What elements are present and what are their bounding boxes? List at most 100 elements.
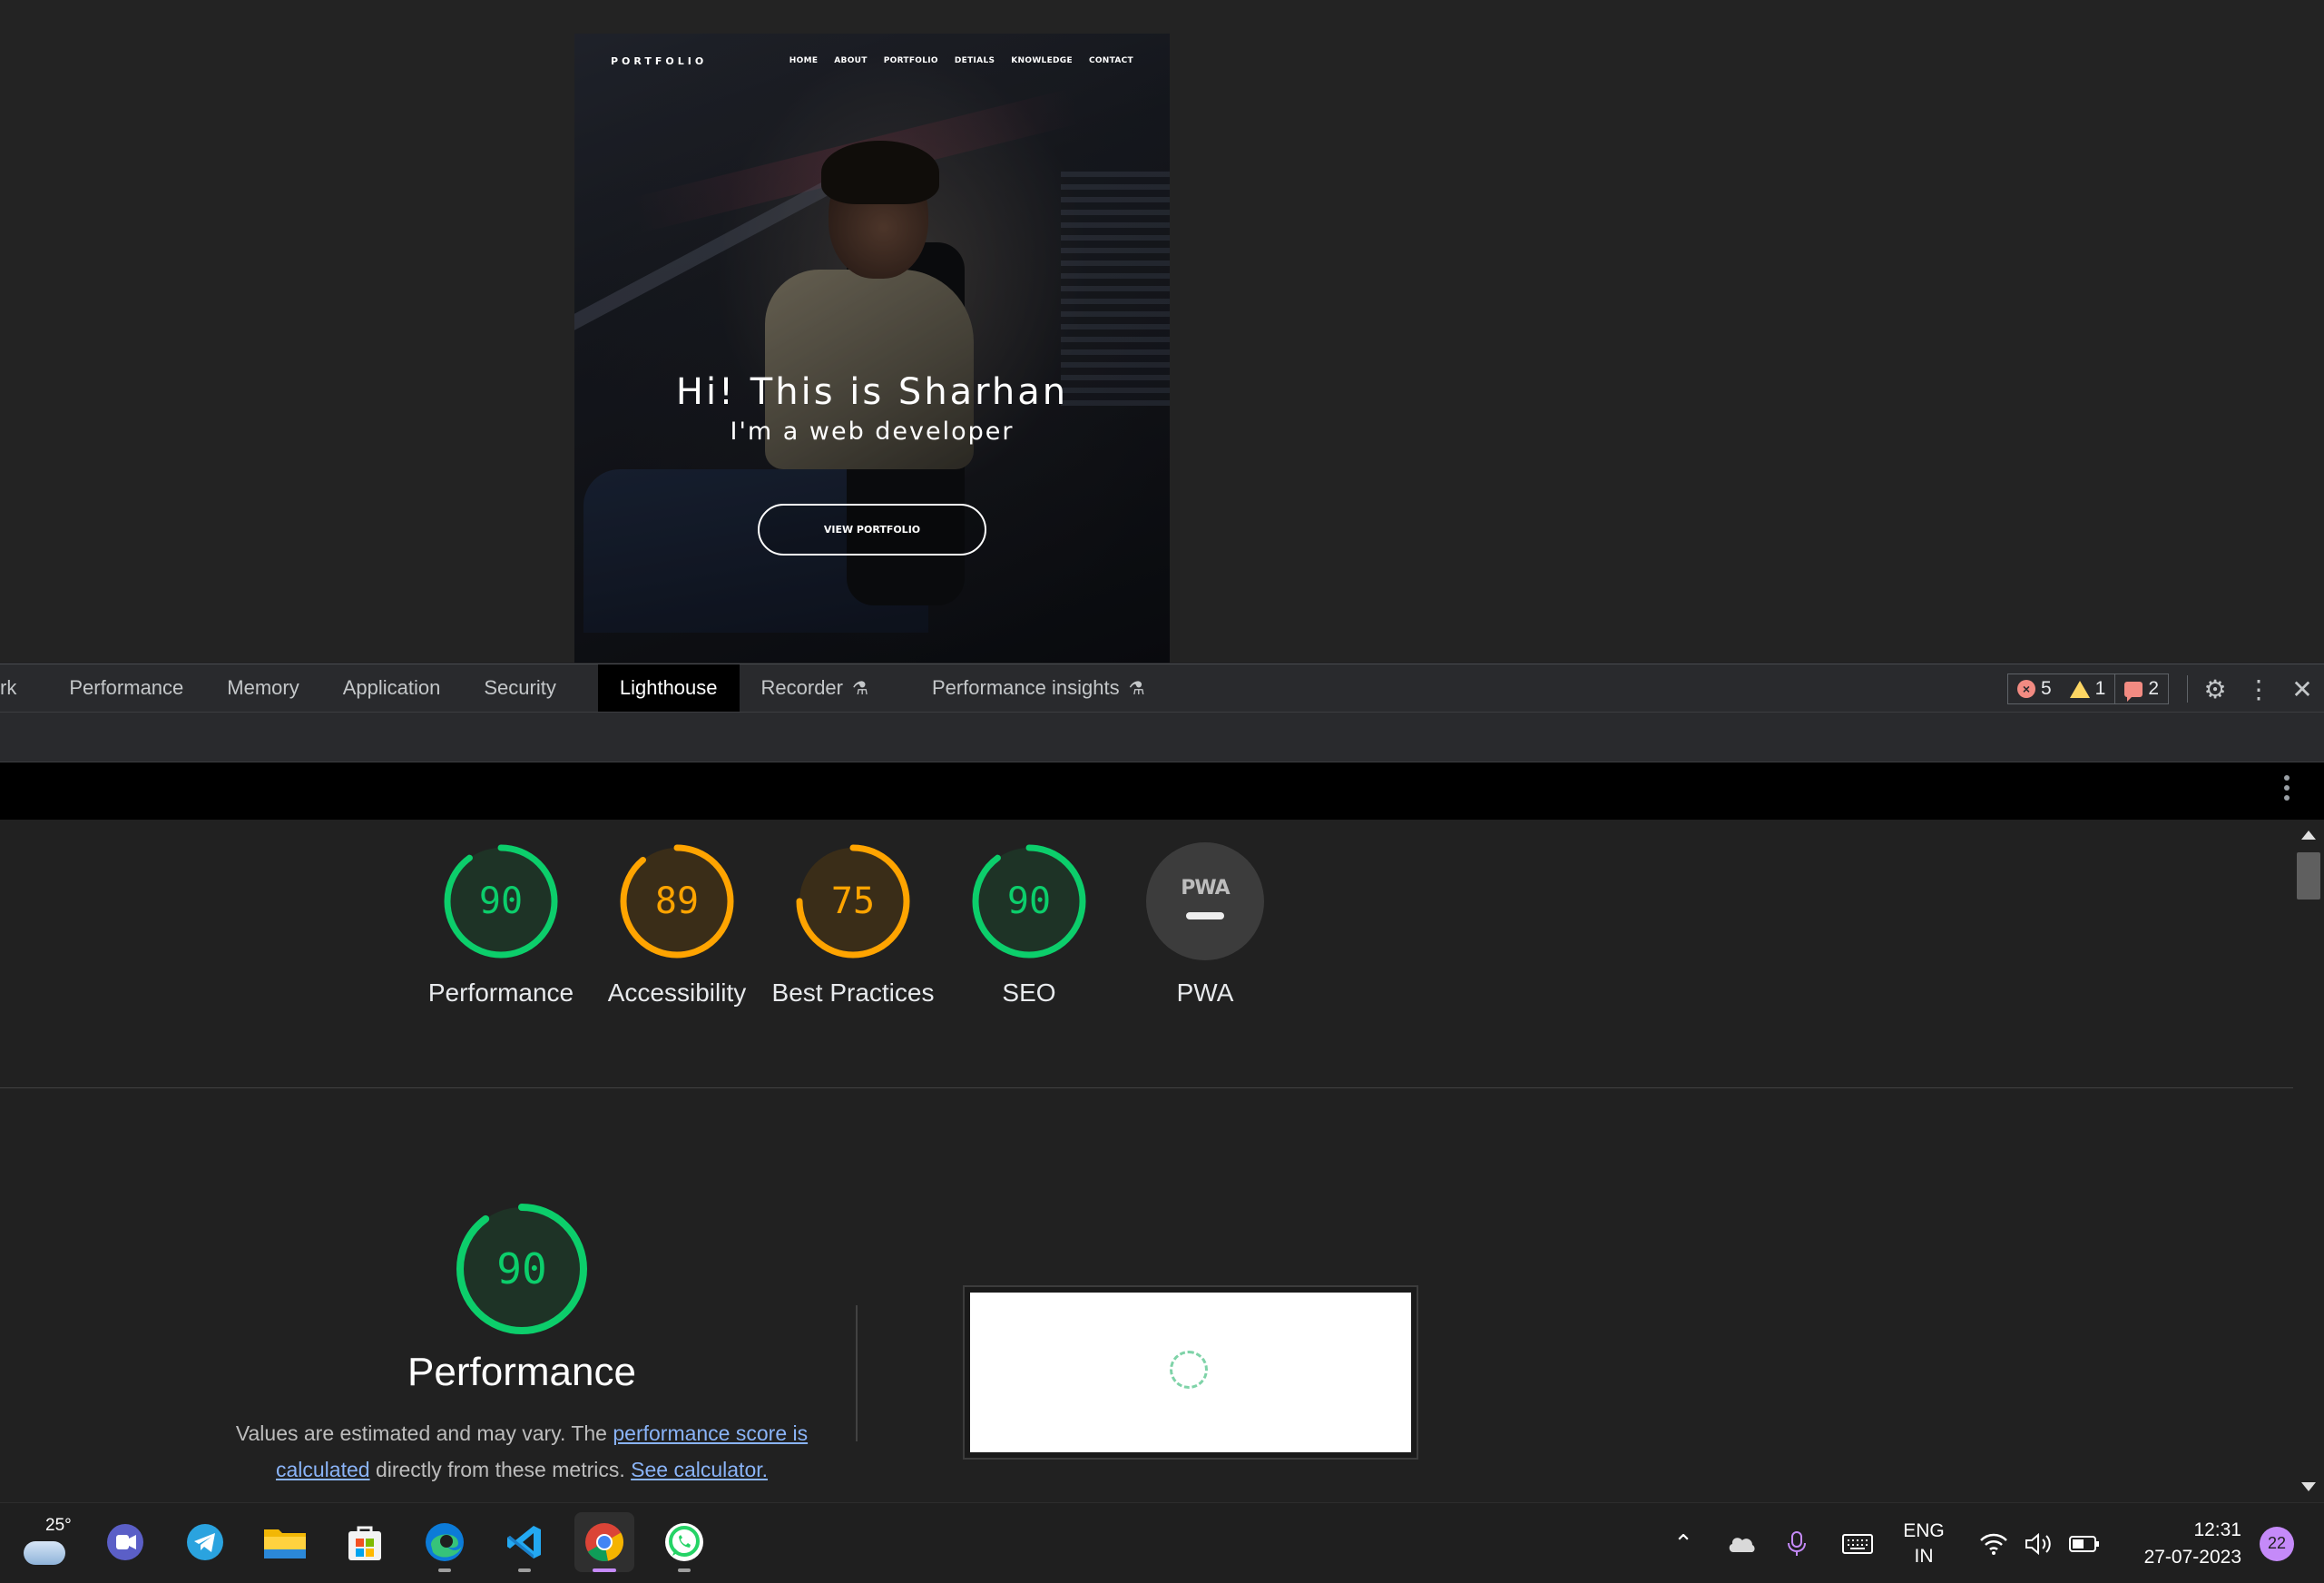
gauge-label: SEO: [1002, 978, 1056, 1007]
whatsapp-app-button[interactable]: [654, 1512, 714, 1572]
lighthouse-report-topbar: [0, 762, 2324, 820]
clock-date: 27-07-2023: [2143, 1546, 2241, 1568]
devtools-tabbar: rk Performance Memory Application Securi…: [0, 664, 2324, 713]
gear-icon[interactable]: ⚙: [2193, 664, 2237, 713]
report-scrollbar[interactable]: [2293, 820, 2324, 1502]
devtools-actions: × 5 1 2 ⚙ ⋮ ✕: [2006, 664, 2324, 713]
score-value: 89: [654, 880, 700, 922]
scroll-thumb[interactable]: [2297, 852, 2320, 900]
teams-app-button[interactable]: [95, 1512, 155, 1572]
tab-application[interactable]: Application: [321, 664, 463, 712]
gauge-label: Performance: [427, 978, 574, 1007]
weather-widget[interactable]: 25°: [20, 1516, 74, 1576]
language-indicator[interactable]: ENG IN: [1892, 1503, 1956, 1583]
edge-app-button[interactable]: [415, 1512, 475, 1572]
performance-section: 90 Performance Values are estimated and …: [159, 1201, 885, 1488]
nav-portfolio[interactable]: PORTFOLIO: [884, 56, 938, 65]
warning-count: 1: [2061, 674, 2115, 703]
score-gauges: 90 Performance 89 Accessibility 75 Best …: [413, 842, 1293, 1011]
gauge-label: Best Practices: [771, 978, 935, 1007]
store-icon: [348, 1526, 381, 1560]
hero-title: Hi! This is Sharhan: [675, 371, 1069, 413]
teams-icon: [107, 1524, 143, 1560]
page-viewport: PORTFOLIO HOME ABOUT PORTFOLIO DETIALS K…: [0, 0, 2324, 663]
tab-recorder-label: Recorder: [760, 676, 843, 699]
site-nav: PORTFOLIO HOME ABOUT PORTFOLIO DETIALS K…: [574, 34, 1170, 88]
nav-knowledge[interactable]: KNOWLEDGE: [1011, 56, 1073, 65]
wifi-icon[interactable]: [1974, 1503, 2014, 1583]
lighthouse-report: 90 Performance 89 Accessibility 75 Best …: [0, 820, 2293, 1502]
error-icon: ×: [2016, 680, 2035, 698]
vscode-app-button[interactable]: [495, 1512, 554, 1572]
score-value: 90: [478, 880, 524, 922]
score-ring: 90: [442, 842, 560, 960]
pwa-badge-icon: PWA: [1146, 842, 1264, 960]
tab-lighthouse[interactable]: Lighthouse: [597, 664, 740, 712]
gauge-pwa[interactable]: PWA PWA: [1117, 842, 1293, 1011]
tab-security[interactable]: Security: [462, 664, 597, 712]
cloud-icon: [24, 1541, 65, 1565]
store-app-button[interactable]: [335, 1512, 395, 1572]
scroll-down-icon[interactable]: [2301, 1482, 2316, 1491]
score-ring: 75: [794, 842, 912, 960]
file-explorer-icon: [264, 1529, 306, 1558]
nav-home[interactable]: HOME: [789, 56, 819, 65]
tab-recorder[interactable]: Recorder ⚗: [740, 664, 910, 712]
clock[interactable]: 12:31 27-07-2023: [2114, 1503, 2241, 1583]
volume-icon[interactable]: [2019, 1503, 2059, 1583]
performance-title: Performance: [407, 1350, 636, 1394]
performance-big-ring: 90: [454, 1201, 590, 1337]
score-ring: 90: [970, 842, 1088, 960]
score-value: 90: [496, 1244, 547, 1293]
tab-performance[interactable]: Performance: [47, 664, 205, 712]
gauge-seo[interactable]: 90 SEO: [941, 842, 1117, 1011]
notification-center[interactable]: 22: [2254, 1503, 2299, 1583]
microphone-icon[interactable]: [1779, 1503, 1815, 1583]
experimental-flask-icon: ⚗: [852, 678, 868, 699]
score-value: 75: [830, 880, 876, 922]
tab-performance-insights-label: Performance insights: [931, 676, 1120, 699]
nav-details[interactable]: DETIALS: [955, 56, 995, 65]
experimental-flask-icon: ⚗: [1128, 678, 1145, 699]
battery-icon[interactable]: [2064, 1503, 2104, 1583]
clock-time: 12:31: [2193, 1519, 2241, 1540]
site-logo[interactable]: PORTFOLIO: [611, 55, 707, 67]
vscode-icon: [507, 1526, 541, 1558]
error-count: × 5: [2008, 674, 2061, 703]
gauge-accessibility[interactable]: 89 Accessibility: [589, 842, 765, 1011]
see-calculator-link[interactable]: See calculator.: [631, 1458, 768, 1481]
issues-flag-icon: [2124, 681, 2143, 702]
warning-icon: [2069, 680, 2090, 698]
score-value: 90: [1006, 880, 1052, 922]
windows-taskbar: 25° ⌃ ENG IN 12:31 27-07-2023 22: [0, 1502, 2324, 1583]
tab-memory[interactable]: Memory: [205, 664, 320, 712]
file-explorer-app-button[interactable]: [255, 1512, 315, 1572]
scroll-up-icon[interactable]: [2301, 831, 2316, 840]
issues-count: 2: [2114, 674, 2168, 703]
console-counts[interactable]: × 5 1 2: [2006, 674, 2169, 704]
nav-contact[interactable]: CONTACT: [1089, 56, 1133, 65]
view-portfolio-button[interactable]: VIEW PORTFOLIO: [758, 504, 986, 556]
report-menu-icon[interactable]: [2284, 775, 2291, 801]
keyboard-icon[interactable]: [1838, 1503, 1878, 1583]
gauge-best-practices[interactable]: 75 Best Practices: [765, 842, 941, 1011]
tab-network[interactable]: rk: [0, 664, 47, 712]
close-icon[interactable]: ✕: [2280, 664, 2324, 713]
chevron-up-icon[interactable]: ⌃: [1665, 1503, 1701, 1583]
whatsapp-icon: [665, 1523, 703, 1561]
more-options-icon[interactable]: ⋮: [2237, 664, 2280, 713]
performance-description: Values are estimated and may vary. The p…: [235, 1421, 809, 1481]
gauge-performance[interactable]: 90 Performance: [413, 842, 589, 1011]
chrome-app-button[interactable]: [574, 1512, 634, 1572]
telegram-app-button[interactable]: [175, 1512, 235, 1572]
final-screenshot[interactable]: [963, 1285, 1418, 1460]
lighthouse-toolbar: [0, 713, 2324, 762]
onedrive-icon[interactable]: [1720, 1503, 1763, 1583]
gauge-label: PWA: [1176, 978, 1234, 1007]
portfolio-site: PORTFOLIO HOME ABOUT PORTFOLIO DETIALS K…: [574, 34, 1170, 663]
tab-performance-insights[interactable]: Performance insights ⚗: [910, 664, 1167, 712]
chrome-icon: [585, 1523, 623, 1561]
gauge-label: Accessibility: [607, 978, 747, 1007]
nav-about[interactable]: ABOUT: [834, 56, 867, 65]
notification-badge: 22: [2260, 1526, 2294, 1561]
